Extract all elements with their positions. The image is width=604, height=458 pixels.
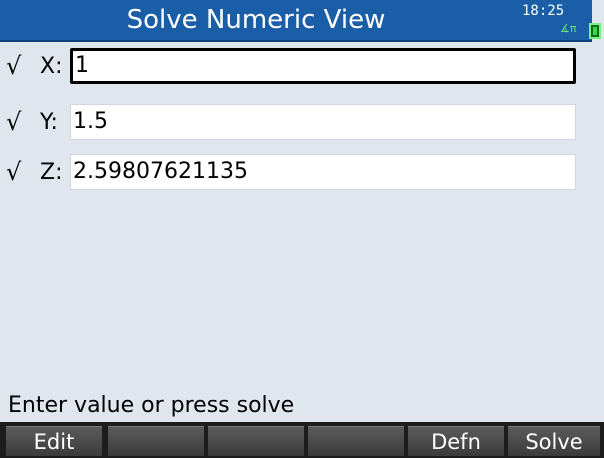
title-bar: Solve Numeric View 18:25 ∡π [0, 0, 601, 42]
softkey-3-button[interactable] [208, 426, 304, 456]
softkey-2-button[interactable] [108, 426, 204, 456]
variable-row-x: √ X: 1 [0, 46, 592, 86]
page-title: Solve Numeric View [126, 5, 386, 35]
variable-label: X: [40, 54, 63, 79]
calculator-screen: Solve Numeric View 18:25 ∡π √ X: 1 √ Y: … [0, 0, 604, 458]
checkmark-icon[interactable]: √ [6, 54, 21, 78]
status-prompt: Enter value or press solve [8, 393, 295, 418]
solve-button[interactable]: Solve [508, 426, 600, 456]
variable-label: Z: [40, 160, 63, 185]
edit-button[interactable]: Edit [6, 426, 102, 456]
checkmark-icon[interactable]: √ [6, 110, 21, 134]
angle-mode-indicator: ∡π [560, 22, 577, 35]
value-field-y[interactable]: 1.5 [70, 104, 576, 140]
variable-label: Y: [40, 110, 58, 135]
battery-icon [589, 23, 601, 39]
value-field-x[interactable]: 1 [70, 48, 576, 84]
variable-row-z: √ Z: 2.59807621135 [0, 152, 592, 192]
softkey-4-button[interactable] [308, 426, 404, 456]
defn-button[interactable]: Defn [408, 426, 504, 456]
clock: 18:25 [522, 3, 565, 19]
variable-row-y: √ Y: 1.5 [0, 102, 592, 142]
value-field-z[interactable]: 2.59807621135 [70, 154, 576, 190]
checkmark-icon[interactable]: √ [6, 160, 21, 184]
